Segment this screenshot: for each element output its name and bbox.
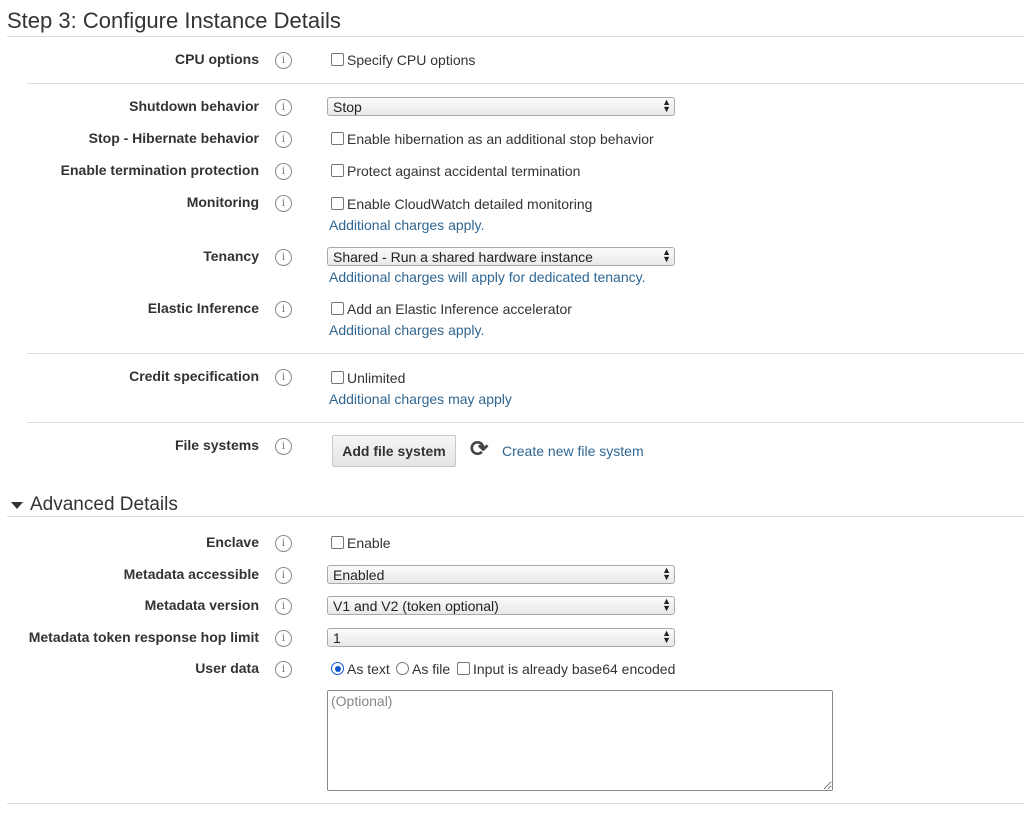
checkbox-box[interactable]: [331, 132, 344, 145]
title-divider: [7, 36, 1024, 37]
checkbox-box[interactable]: [457, 662, 470, 675]
file-systems-info-icon[interactable]: i: [275, 438, 292, 455]
base64-checkbox[interactable]: Input is already base64 encoded: [457, 661, 675, 677]
elastic-inference-checkbox-label: Add an Elastic Inference accelerator: [347, 301, 572, 317]
enclave-label: Enclave: [206, 534, 259, 550]
file-systems-label: File systems: [174, 437, 259, 453]
shutdown-behavior-value: Stop: [333, 99, 362, 115]
select-arrows-icon: ▲ ▼: [662, 596, 671, 613]
metadata-accessible-info-icon[interactable]: i: [275, 567, 292, 584]
base64-checkbox-label: Input is already base64 encoded: [473, 661, 676, 677]
checkbox-box[interactable]: [331, 302, 344, 315]
monitoring-info-icon[interactable]: i: [275, 195, 292, 212]
checkbox-box[interactable]: [331, 53, 344, 66]
shutdown-behavior-select[interactable]: Stop ▲ ▼: [327, 97, 675, 116]
user-data-textarea[interactable]: [327, 690, 833, 791]
user-data-label: User data: [195, 660, 259, 676]
checkbox-box[interactable]: [331, 371, 344, 384]
credit-unlimited-checkbox-label: Unlimited: [347, 370, 406, 386]
credit-unlimited-checkbox[interactable]: Unlimited: [331, 370, 405, 386]
hop-limit-label: Metadata token response hop limit: [28, 629, 259, 645]
select-arrows-icon: ▲ ▼: [662, 247, 671, 264]
tenancy-info-icon[interactable]: i: [275, 249, 292, 266]
elastic-inference-info-icon[interactable]: i: [275, 301, 292, 318]
metadata-version-info-icon[interactable]: i: [275, 598, 292, 615]
bottom-divider: [7, 803, 1024, 804]
user-data-info-icon[interactable]: i: [275, 661, 292, 678]
section-divider: [27, 422, 1024, 423]
metadata-accessible-value: Enabled: [333, 567, 385, 583]
checkbox-box[interactable]: [331, 536, 344, 549]
hibernate-label: Stop - Hibernate behavior: [88, 130, 259, 146]
hibernate-checkbox[interactable]: Enable hibernation as an additional stop…: [331, 131, 654, 147]
elastic-inference-checkbox[interactable]: Add an Elastic Inference accelerator: [331, 301, 572, 317]
cpu-options-label: CPU options: [175, 51, 259, 67]
metadata-version-select[interactable]: V1 and V2 (token optional) ▲ ▼: [327, 596, 675, 615]
refresh-icon[interactable]: ⟳: [470, 436, 488, 462]
as-text-label: As text: [347, 661, 390, 677]
monitoring-checkbox[interactable]: Enable CloudWatch detailed monitoring: [331, 196, 592, 212]
hop-limit-info-icon[interactable]: i: [275, 630, 292, 647]
tenancy-label: Tenancy: [203, 248, 259, 264]
metadata-version-value: V1 and V2 (token optional): [333, 598, 499, 614]
hop-limit-value: 1: [333, 630, 341, 646]
termination-protection-checkbox-label: Protect against accidental termination: [347, 163, 581, 179]
credit-specification-label: Credit specification: [129, 368, 259, 384]
radio-selected[interactable]: [331, 662, 344, 675]
credit-charges-link[interactable]: Additional charges may apply: [329, 391, 512, 407]
as-file-label: As file: [412, 661, 451, 677]
credit-specification-info-icon[interactable]: i: [275, 369, 292, 386]
hibernate-info-icon[interactable]: i: [275, 131, 292, 148]
enclave-checkbox-label: Enable: [347, 535, 391, 551]
hibernate-checkbox-label: Enable hibernation as an additional stop…: [347, 131, 654, 147]
metadata-accessible-select[interactable]: Enabled ▲ ▼: [327, 565, 675, 584]
checkbox-box[interactable]: [331, 197, 344, 210]
advanced-divider: [7, 516, 1024, 517]
termination-protection-info-icon[interactable]: i: [275, 163, 292, 180]
hop-limit-select[interactable]: 1 ▲ ▼: [327, 628, 675, 647]
enclave-info-icon[interactable]: i: [275, 535, 292, 552]
advanced-details-heading[interactable]: Advanced Details: [30, 494, 178, 516]
section-divider: [27, 83, 1024, 84]
create-file-system-link[interactable]: Create new file system: [502, 443, 644, 459]
termination-protection-label: Enable termination protection: [60, 162, 259, 178]
checkbox-box[interactable]: [331, 164, 344, 177]
user-data-as-text-radio[interactable]: As text: [331, 661, 390, 677]
tenancy-value: Shared - Run a shared hardware instance: [333, 249, 593, 265]
cpu-options-info-icon[interactable]: i: [275, 52, 292, 69]
monitoring-label: Monitoring: [186, 194, 259, 210]
metadata-version-label: Metadata version: [144, 597, 259, 613]
add-file-system-button[interactable]: Add file system: [332, 435, 456, 467]
metadata-accessible-label: Metadata accessible: [123, 566, 259, 582]
select-arrows-icon: ▲ ▼: [662, 97, 671, 114]
page-title: Step 3: Configure Instance Details: [7, 8, 341, 33]
collapse-triangle-icon[interactable]: [11, 502, 23, 509]
tenancy-select[interactable]: Shared - Run a shared hardware instance …: [327, 247, 675, 266]
elastic-inference-charges-link[interactable]: Additional charges apply.: [329, 322, 484, 338]
section-divider: [27, 353, 1024, 354]
enclave-checkbox[interactable]: Enable: [331, 535, 391, 551]
cpu-options-checkbox[interactable]: Specify CPU options: [331, 52, 475, 68]
monitoring-checkbox-label: Enable CloudWatch detailed monitoring: [347, 196, 593, 212]
user-data-as-file-radio[interactable]: As file: [396, 661, 450, 677]
radio-unselected[interactable]: [396, 662, 409, 675]
select-arrows-icon: ▲ ▼: [662, 565, 671, 582]
elastic-inference-label: Elastic Inference: [147, 300, 259, 316]
termination-protection-checkbox[interactable]: Protect against accidental termination: [331, 163, 580, 179]
shutdown-behavior-info-icon[interactable]: i: [275, 99, 292, 116]
shutdown-behavior-label: Shutdown behavior: [129, 98, 259, 114]
tenancy-charges-link[interactable]: Additional charges will apply for dedica…: [329, 269, 645, 285]
monitoring-charges-link[interactable]: Additional charges apply.: [329, 217, 484, 233]
cpu-options-checkbox-label: Specify CPU options: [347, 52, 476, 68]
select-arrows-icon: ▲ ▼: [662, 628, 671, 645]
